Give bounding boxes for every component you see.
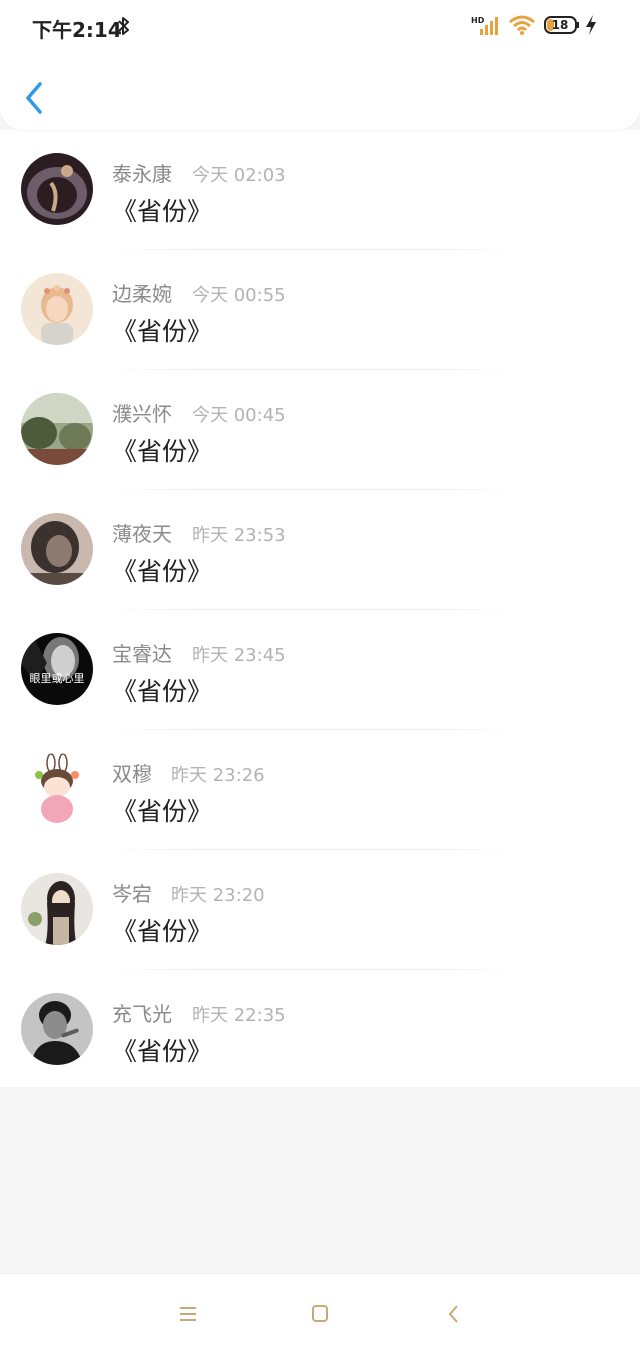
message-row[interactable]: 濮兴怀 今天 00:45 《省份》 <box>0 370 640 490</box>
hd-signal-icon: HD <box>471 16 498 35</box>
back-icon[interactable] <box>440 1300 468 1328</box>
message-time: 今天 02:03 <box>192 165 286 186</box>
svg-text:HD: HD <box>471 16 485 25</box>
message-row[interactable]: 眼里或心里 宝睿达 昨天 23:45 《省份》 <box>0 610 640 730</box>
message-row[interactable]: 边柔婉 今天 00:55 《省份》 <box>0 250 640 370</box>
sender-name: 泰永康 <box>112 162 172 186</box>
bluetooth-icon <box>118 17 129 35</box>
message-row[interactable]: 泰永康 今天 02:03 《省份》 <box>0 130 640 250</box>
avatar[interactable] <box>21 753 93 825</box>
message-time: 昨天 22:35 <box>192 1005 286 1026</box>
avatar[interactable]: 眼里或心里 <box>21 633 93 705</box>
message-time: 昨天 23:45 <box>192 645 286 666</box>
sender-name: 宝睿达 <box>112 642 172 666</box>
home-icon[interactable] <box>306 1300 334 1328</box>
avatar-caption: 眼里或心里 <box>30 672 85 685</box>
message-text: 《省份》 <box>112 197 213 226</box>
message-time: 昨天 23:53 <box>192 525 286 546</box>
avatar[interactable] <box>21 273 93 345</box>
avatar[interactable] <box>21 153 93 225</box>
message-text: 《省份》 <box>112 557 213 586</box>
avatar[interactable] <box>21 993 93 1065</box>
message-text: 《省份》 <box>112 677 213 706</box>
message-text: 《省份》 <box>112 1037 213 1066</box>
avatar[interactable] <box>21 393 93 465</box>
wifi-icon <box>509 15 535 35</box>
message-row[interactable]: 薄夜天 昨天 23:53 《省份》 <box>0 490 640 610</box>
sender-name: 薄夜天 <box>112 522 172 546</box>
battery-level: 18 <box>551 18 569 32</box>
message-time: 昨天 23:26 <box>171 765 265 786</box>
message-row[interactable]: 充飞光 昨天 22:35 《省份》 <box>0 970 640 1090</box>
sender-name: 岑宕 <box>112 882 152 906</box>
battery-icon: 18 <box>544 16 580 34</box>
sender-name: 边柔婉 <box>112 282 172 306</box>
top-bar: 下午2:14 HD 18 <box>0 0 640 130</box>
message-time: 今天 00:55 <box>192 285 286 306</box>
system-nav-bar <box>0 1273 640 1352</box>
message-text: 《省份》 <box>112 437 213 466</box>
avatar[interactable] <box>21 513 93 585</box>
menu-icon[interactable] <box>174 1300 202 1328</box>
message-row[interactable]: 岑宕 昨天 23:20 《省份》 <box>0 850 640 970</box>
charging-icon <box>586 15 596 35</box>
message-time: 今天 00:45 <box>192 405 286 426</box>
message-row[interactable]: 双穆 昨天 23:26 《省份》 <box>0 730 640 850</box>
message-list: 泰永康 今天 02:03 《省份》 边柔婉 今天 00:55 《省份》 濮兴怀 … <box>0 130 640 1087</box>
sender-name: 充飞光 <box>112 1002 172 1026</box>
sender-name: 濮兴怀 <box>112 402 172 426</box>
message-text: 《省份》 <box>112 317 213 346</box>
avatar[interactable] <box>21 873 93 945</box>
back-button[interactable] <box>20 78 50 118</box>
status-time: 下午2:14 <box>32 18 122 42</box>
message-text: 《省份》 <box>112 917 213 946</box>
message-text: 《省份》 <box>112 797 213 826</box>
message-time: 昨天 23:20 <box>171 885 265 906</box>
sender-name: 双穆 <box>112 762 152 786</box>
